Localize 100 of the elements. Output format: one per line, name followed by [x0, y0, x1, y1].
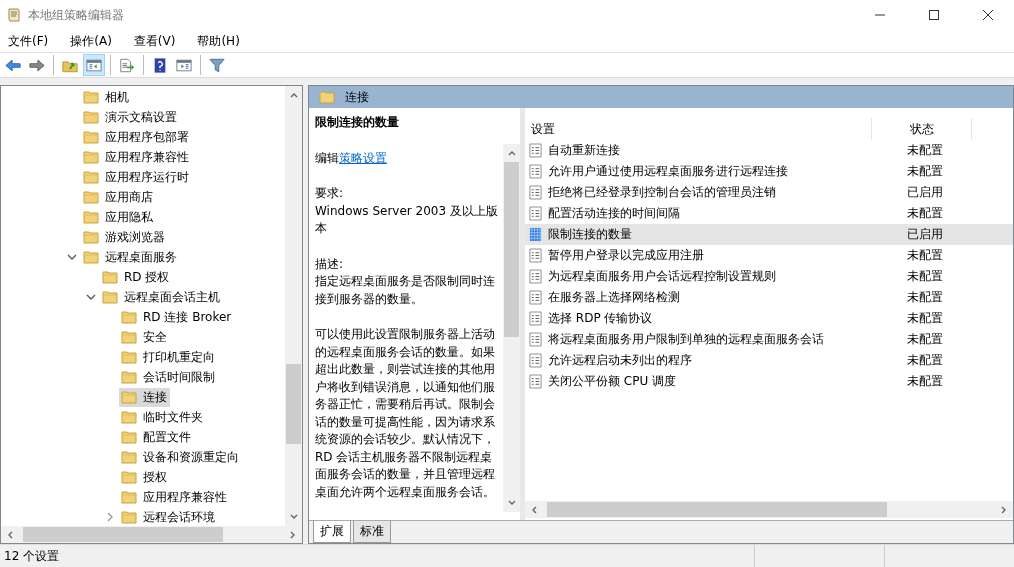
document-icon [529, 353, 542, 368]
folder-icon [121, 370, 137, 384]
setting-row[interactable]: 关闭公平份额 CPU 调度 未配置 [525, 371, 1013, 392]
folder-icon [121, 510, 137, 524]
tree-item[interactable]: 游戏浏览器 [81, 227, 168, 247]
document-icon [529, 248, 542, 263]
setting-row[interactable]: 允许远程启动未列出的程序 未配置 [525, 350, 1013, 371]
document-icon [529, 290, 542, 305]
vertical-scrollbar[interactable] [503, 144, 520, 512]
tree-button[interactable] [83, 54, 105, 76]
menu-item[interactable]: 文件(F) [3, 32, 54, 50]
tree-item[interactable]: 应用程序兼容性 [81, 147, 192, 167]
document-icon [529, 332, 542, 347]
tree-item[interactable]: 临时文件夹 [119, 407, 206, 427]
scrollbar-thumb[interactable] [23, 527, 223, 542]
setting-row[interactable]: 将远程桌面服务用户限制到单独的远程桌面服务会话 未配置 [525, 329, 1013, 350]
column-header[interactable]: 设置 [525, 118, 872, 140]
setting-row[interactable]: 选择 RDP 传输协议 未配置 [525, 308, 1013, 329]
setting-title: 限制连接的数量 [315, 114, 400, 131]
menu-item[interactable]: 帮助(H) [192, 32, 245, 50]
folder-icon [83, 150, 99, 164]
horizontal-scrollbar[interactable] [525, 501, 1013, 518]
tree-item[interactable]: 授权 [119, 467, 170, 487]
folder-icon [83, 110, 99, 124]
folder-icon [83, 210, 99, 224]
folder-icon [121, 430, 137, 444]
folder-icon [121, 470, 137, 484]
scrollbar-thumb[interactable] [547, 502, 887, 517]
folder-icon [121, 450, 137, 464]
policy-settings-link[interactable]: 策略设置 [339, 150, 387, 165]
setting-row[interactable]: 自动重新连接 未配置 [525, 140, 1013, 161]
scrollbar-thumb[interactable] [504, 162, 519, 337]
view-tab[interactable]: 扩展 [313, 521, 351, 543]
tree-item[interactable]: 应用程序运行时 [81, 167, 192, 187]
folder-icon [121, 490, 137, 504]
tree-item[interactable]: 远程桌面会话主机 [100, 287, 223, 307]
tree-item[interactable]: RD 连接 Broker [119, 307, 235, 327]
document-icon [529, 374, 542, 389]
folder-icon [83, 90, 99, 104]
folder-icon [121, 390, 137, 404]
column-header[interactable]: 状态 [872, 118, 972, 140]
document-icon [529, 143, 542, 158]
description-text: 可以使用此设置限制服务器上活动的远程桌面服务会话的数量。如果超出此数量，则尝试连接的其他用户将收到错误消息，以通知他们服务器正忙，需要稍后再试。限制会话的数量可提高性能，因为请求系统资源的会话较少。默认情况下，RD 会话主机服务器不限制远程桌面服务会话的数量，并且管理远程桌面允许两个远程桌面服务会话。 [315, 326, 496, 501]
tree-item[interactable]: 应用商店 [81, 187, 156, 207]
setting-row[interactable]: 配置活动连接的时间间隔 未配置 [525, 203, 1013, 224]
tree-item[interactable]: 打印机重定向 [119, 347, 218, 367]
folder-icon [102, 270, 118, 284]
app-icon [6, 7, 22, 23]
tree-item[interactable]: 相机 [81, 87, 132, 107]
description-text: 指定远程桌面服务是否限制同时连接到服务器的数量。 [315, 273, 496, 308]
tree-item[interactable]: RD 授权 [100, 267, 173, 287]
status-text: 12 个设置 [3, 547, 61, 565]
maximize-icon[interactable] [928, 9, 940, 21]
folder-icon [83, 130, 99, 144]
setting-row[interactable]: 限制连接的数量 已启用 [525, 224, 1013, 245]
folder-icon [102, 290, 118, 304]
vertical-scrollbar[interactable] [285, 86, 302, 526]
document-icon [529, 311, 542, 326]
folder-icon [121, 330, 137, 344]
tree-item[interactable]: 应用程序包部署 [81, 127, 192, 147]
collapse-icon[interactable] [86, 292, 96, 302]
requirement-label: 要求: [315, 185, 345, 202]
tree-item[interactable]: 应用程序兼容性 [119, 487, 230, 507]
tree-item[interactable]: 远程会话环境 [119, 507, 218, 526]
document-icon [529, 164, 542, 179]
expand-icon[interactable] [105, 512, 115, 522]
tree-item[interactable]: 设备和资源重定向 [119, 447, 242, 467]
tree-item[interactable]: 应用隐私 [81, 207, 156, 227]
tree-item[interactable]: 远程桌面服务 [81, 247, 180, 267]
folder-icon [121, 350, 137, 364]
close-icon[interactable] [982, 9, 994, 21]
tree-item[interactable]: 演示文稿设置 [81, 107, 180, 127]
tree-item[interactable]: 会话时间限制 [119, 367, 218, 387]
folder-icon [121, 310, 137, 324]
tree-item[interactable]: 配置文件 [119, 427, 194, 447]
menu-item[interactable]: 操作(A) [65, 32, 117, 50]
setting-row[interactable]: 允许用户通过使用远程桌面服务进行远程连接 未配置 [525, 161, 1013, 182]
view-tab[interactable]: 标准 [353, 521, 391, 543]
description-label: 描述: [315, 255, 345, 273]
collapse-icon[interactable] [67, 252, 77, 262]
tree-item[interactable]: 连接 [119, 387, 170, 407]
setting-row[interactable]: 为远程桌面服务用户会话远程控制设置规则 未配置 [525, 266, 1013, 287]
setting-row[interactable]: 拒绝将已经登录到控制台会话的管理员注销 已启用 [525, 182, 1013, 203]
document-icon [529, 269, 542, 284]
folder-icon [83, 170, 99, 184]
document-icon [529, 206, 542, 221]
requirement-text: Windows Server 2003 及以上版本 [315, 202, 499, 237]
folder-header: 连接 [309, 86, 1013, 108]
document-icon [529, 185, 542, 200]
folder-icon [83, 230, 99, 244]
horizontal-scrollbar[interactable] [1, 526, 302, 543]
tree-item[interactable]: 安全 [119, 327, 170, 347]
window-title: 本地组策略编辑器 [28, 6, 124, 24]
setting-row[interactable]: 在服务器上选择网络检测 未配置 [525, 287, 1013, 308]
folder-icon [121, 410, 137, 424]
setting-row[interactable]: 暂停用户登录以完成应用注册 未配置 [525, 245, 1013, 266]
menu-item[interactable]: 查看(V) [128, 32, 181, 50]
grid-icon [529, 227, 542, 242]
folder-icon [83, 190, 99, 204]
scrollbar-thumb[interactable] [286, 364, 301, 444]
